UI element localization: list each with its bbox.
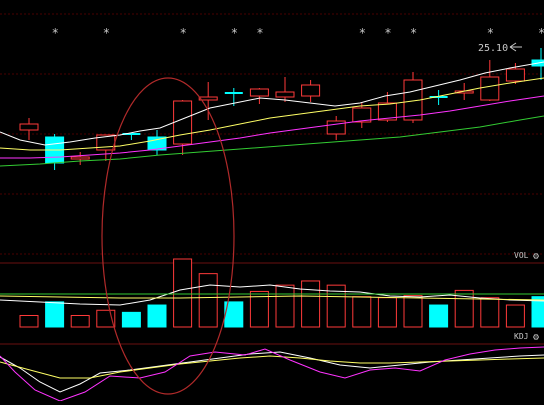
volume-bar	[429, 304, 449, 328]
star-marker: *	[103, 26, 110, 40]
candle-body	[173, 100, 193, 145]
volume-bar	[352, 296, 372, 328]
highlight-ellipse	[101, 77, 235, 395]
kdj-settings-gear-icon[interactable]: ⚙	[532, 332, 539, 343]
price-ma-line	[0, 77, 544, 151]
volume-bar	[505, 304, 525, 328]
star-marker: *	[487, 26, 494, 40]
candle-body	[301, 84, 321, 97]
vol-settings-gear-icon[interactable]: ⚙	[532, 251, 539, 262]
volume-bar	[301, 280, 321, 328]
volume-bar	[377, 297, 397, 328]
candle-body	[275, 91, 295, 98]
kdj-pane-label: KDJ	[514, 332, 528, 341]
star-marker: *	[410, 26, 417, 40]
candle-body	[249, 88, 269, 97]
star-marker: *	[384, 26, 391, 40]
star-marker: *	[359, 26, 366, 40]
star-marker: *	[231, 26, 238, 40]
price-pane: * * * * * * * * * *	[0, 26, 544, 170]
star-marker: *	[180, 26, 187, 40]
chart-svg: * * * * * * * * * * 25.10 VOL ⚙ KDJ ⚙	[0, 13, 544, 402]
candle-body	[480, 76, 500, 101]
volume-bar	[121, 311, 141, 328]
volume-bar	[480, 297, 500, 328]
volume-bar	[275, 284, 295, 328]
kdj-line	[0, 355, 544, 379]
kdj-line	[0, 346, 544, 402]
price-pointer-arrow-icon	[509, 42, 522, 52]
kdj-line	[0, 351, 544, 393]
volume-bar	[173, 258, 193, 328]
stock-chart: * * * * * * * * * * 25.10 VOL ⚙ KDJ ⚙	[0, 0, 544, 402]
star-marker: *	[538, 26, 544, 40]
volume-bar	[45, 301, 65, 328]
volume-pane	[0, 258, 544, 328]
volume-bar	[147, 304, 167, 328]
vol-pane-label: VOL	[514, 251, 529, 260]
kdj-pane	[0, 346, 544, 402]
star-marker: *	[52, 26, 59, 40]
candle-body	[19, 123, 39, 131]
volume-bar	[198, 273, 218, 328]
volume-bar	[19, 314, 39, 328]
candle-body	[70, 156, 90, 160]
volume-bar	[70, 314, 90, 328]
candle-body	[505, 68, 525, 82]
volume-bar	[403, 295, 423, 328]
price-label: 25.10	[478, 43, 508, 54]
overlays: 25.10 VOL ⚙ KDJ ⚙	[101, 42, 539, 395]
star-marker: *	[256, 26, 263, 40]
